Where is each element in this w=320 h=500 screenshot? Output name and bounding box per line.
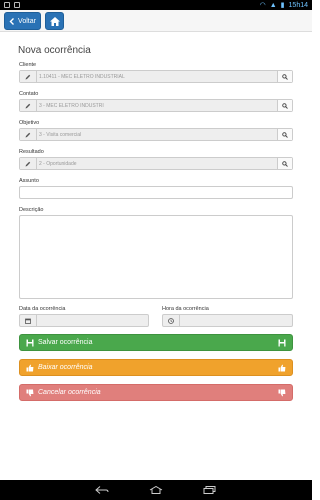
cliente-value: 1.10411 - MEC ELETRO INDUSTRIAL	[39, 73, 125, 80]
home-icon	[49, 16, 60, 26]
objetivo-search-button[interactable]	[277, 129, 292, 140]
contato-label: Contato	[19, 91, 39, 97]
save-occurrence-label: Salvar ocorrência	[38, 339, 93, 346]
home-button[interactable]	[45, 12, 64, 30]
search-icon	[282, 73, 288, 80]
clock-icon	[163, 315, 180, 326]
signal-icon: ▲	[269, 1, 277, 9]
resultado-value: 2 - Oportunidade	[39, 160, 77, 167]
clock: 15h14	[288, 1, 308, 9]
save-occurrence-button[interactable]: Salvar ocorrência	[19, 334, 293, 351]
objetivo-field: 3 - Visita comercial	[19, 128, 293, 141]
floppy-disk-icon	[26, 339, 34, 346]
contato-field: 3 - MEC ELETRO INDUSTRI	[19, 99, 293, 112]
recent-apps-icon[interactable]	[203, 486, 217, 494]
home-nav-icon[interactable]	[149, 486, 163, 494]
floppy-disk-icon	[278, 339, 286, 346]
hora-field[interactable]	[162, 314, 293, 327]
wifi-icon: ◠	[259, 2, 266, 9]
data-value	[37, 315, 148, 326]
search-icon	[282, 131, 288, 138]
back-button[interactable]: Voltar	[4, 12, 41, 30]
lower-occurrence-label: Baixar ocorrência	[38, 364, 93, 371]
data-field[interactable]	[19, 314, 149, 327]
pencil-icon	[20, 71, 37, 82]
objetivo-value: 3 - Visita comercial	[39, 131, 82, 138]
search-icon	[282, 160, 288, 167]
descricao-label: Descrição	[19, 207, 44, 213]
resultado-search-button[interactable]	[277, 158, 292, 169]
back-button-label: Voltar	[18, 17, 36, 25]
hora-value	[180, 315, 292, 326]
lower-occurrence-button[interactable]: Baixar ocorrência	[19, 359, 293, 376]
chevron-left-icon	[9, 17, 15, 25]
search-icon	[282, 102, 288, 109]
objetivo-label: Objetivo	[19, 120, 40, 126]
thumbs-down-icon	[278, 389, 286, 396]
contato-search-button[interactable]	[277, 100, 292, 111]
resultado-field: 2 - Oportunidade	[19, 157, 293, 170]
calendar-icon	[20, 315, 37, 326]
descricao-textarea[interactable]	[19, 215, 293, 299]
cliente-field: 1.10411 - MEC ELETRO INDUSTRIAL	[19, 70, 293, 83]
cliente-search-button[interactable]	[277, 71, 292, 82]
pencil-icon	[20, 158, 37, 169]
contato-value: 3 - MEC ELETRO INDUSTRI	[39, 102, 104, 109]
pencil-icon	[20, 100, 37, 111]
data-label: Data da ocorrência	[19, 306, 66, 312]
assunto-label: Assunto	[19, 178, 39, 184]
hora-label: Hora da ocorrência	[162, 306, 209, 312]
battery-icon: ▮	[280, 2, 285, 9]
thumbs-up-icon	[26, 364, 34, 371]
cancel-occurrence-label: Cancelar ocorrência	[38, 389, 101, 396]
page-title: Nova ocorrência	[18, 45, 91, 56]
cancel-occurrence-button[interactable]: Cancelar ocorrência	[19, 384, 293, 401]
pencil-icon	[20, 129, 37, 140]
app-notification-icon	[14, 2, 20, 8]
cliente-label: Cliente	[19, 62, 37, 68]
thumbs-up-icon	[278, 364, 286, 371]
thumbs-down-icon	[26, 389, 34, 396]
assunto-input[interactable]	[19, 186, 293, 199]
back-nav-icon[interactable]	[95, 486, 109, 494]
top-toolbar: Voltar	[0, 10, 312, 32]
status-bar: ◠ ▲ ▮ 15h14	[0, 0, 312, 10]
resultado-label: Resultado	[19, 149, 44, 155]
android-navigation-bar	[0, 480, 312, 500]
notification-icon	[4, 2, 10, 8]
